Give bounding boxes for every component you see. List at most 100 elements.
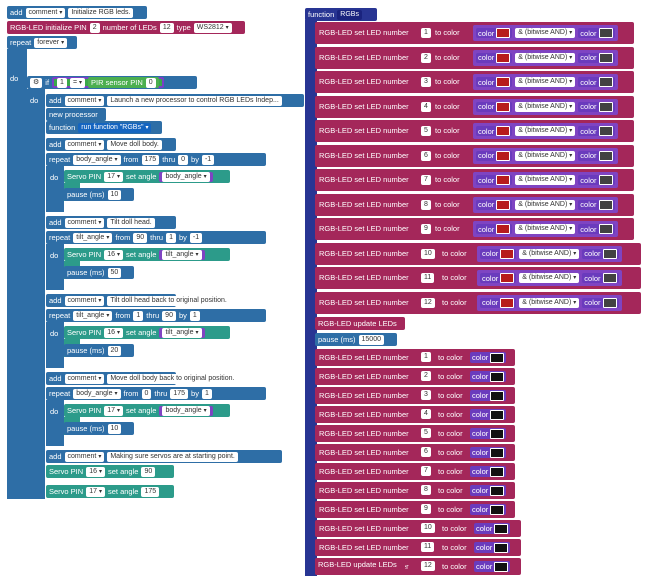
repeat-loop-block[interactable]: repeatbody_anglefrom175thru0by-1	[46, 153, 266, 166]
from-field[interactable]: 175	[141, 154, 160, 165]
bitwise-and-block[interactable]: color & (bitwise AND) color	[473, 123, 618, 139]
angle-field[interactable]: 175	[141, 486, 160, 497]
comment-dropdown[interactable]: comment	[64, 451, 105, 462]
led-set-block[interactable]: RGB-LED set LED number 5 to color color & (b…	[315, 120, 634, 142]
pause-field[interactable]: 20	[107, 345, 122, 356]
by-field[interactable]: 1	[189, 310, 200, 321]
red-swatch[interactable]	[496, 101, 511, 112]
angle-variable[interactable]: tilt_angle	[159, 249, 205, 260]
servo-set-block[interactable]: Servo PIN17set angle body_angle	[64, 404, 230, 417]
color-block[interactable]: color	[470, 485, 507, 496]
led-set-block[interactable]: RGB-LED set LED number 6 to color color & (b…	[315, 144, 634, 167]
black-swatch[interactable]	[598, 150, 613, 161]
led-set-block[interactable]: RGB-LED set LED number 9 to color color	[315, 501, 515, 518]
comment-block[interactable]: addcommentMove doll body back to origina…	[46, 372, 238, 385]
pause-block[interactable]: pause (ms) 10	[64, 188, 134, 201]
thru-field[interactable]: 1	[166, 232, 176, 243]
comment-dropdown[interactable]: comment	[64, 139, 105, 150]
led-set-block[interactable]: RGB-LED set LED number 10 to color color	[315, 520, 521, 537]
led-set-block[interactable]: RGB-LED set LED number 11 to color color	[315, 539, 521, 556]
comment-text[interactable]: Tilt doll head.	[107, 217, 155, 228]
color-block[interactable]: color	[470, 352, 507, 363]
repeat-loop-block[interactable]: repeatbody_anglefrom0thru175by1	[46, 387, 266, 400]
led-number-field[interactable]: 10	[421, 523, 435, 533]
red-swatch[interactable]	[496, 126, 511, 136]
bitwise-and-block[interactable]: color & (bitwise AND) color	[473, 147, 618, 164]
color-block[interactable]: color	[578, 126, 615, 136]
bitwise-and-block[interactable]: color & (bitwise AND) color	[473, 98, 618, 115]
servo-pin-dropdown[interactable]: 17	[104, 405, 123, 416]
angle-variable[interactable]: tilt_angle	[159, 327, 205, 338]
servo-set-block[interactable]: Servo PIN16set angle90	[46, 465, 174, 478]
led-number-field[interactable]: 2	[421, 371, 431, 381]
color-block[interactable]: color	[476, 175, 513, 185]
led-number-field[interactable]: 4	[421, 101, 431, 112]
color-block[interactable]: color	[578, 199, 615, 210]
thru-field[interactable]: 90	[162, 310, 176, 321]
color-block[interactable]: color	[470, 409, 507, 420]
led-update-block[interactable]: RGB-LED update LEDs	[315, 317, 405, 330]
bitwise-and-block[interactable]: color & (bitwise AND) color	[473, 74, 618, 90]
compare-left[interactable]: 1	[57, 77, 67, 88]
color-block[interactable]: color	[470, 428, 507, 439]
led-number-field[interactable]: 7	[421, 175, 431, 185]
from-field[interactable]: 1	[133, 310, 144, 321]
led-set-block[interactable]: RGB-LED set LED number 1 to color color	[315, 349, 515, 366]
bitwise-and-block[interactable]: color & (bitwise AND) color	[477, 294, 622, 311]
bitwise-and-block[interactable]: color & (bitwise AND) color	[477, 270, 622, 286]
comment-text[interactable]: Move doll body.	[107, 139, 162, 150]
pause-block[interactable]: pause (ms) 50	[64, 266, 134, 279]
loop-variable-dropdown[interactable]: tilt_angle	[73, 232, 113, 243]
bitwise-and-dropdown[interactable]: & (bitwise AND)	[515, 126, 576, 136]
pin-field[interactable]: 2	[89, 22, 100, 33]
angle-variable[interactable]: body_angle	[159, 405, 213, 416]
run-function-dropdown[interactable]: run function "RGBs"	[78, 122, 152, 133]
black-swatch[interactable]	[602, 273, 617, 283]
color-block[interactable]: color	[476, 150, 513, 161]
bitwise-and-dropdown[interactable]: & (bitwise AND)	[519, 297, 580, 308]
led-set-block[interactable]: RGB-LED set LED number 7 to color color & (b…	[315, 169, 634, 191]
led-number-field[interactable]: 11	[421, 273, 435, 283]
pause-block[interactable]: pause (ms) 20	[64, 344, 134, 357]
red-swatch[interactable]	[496, 150, 511, 161]
black-swatch[interactable]	[598, 77, 613, 87]
bitwise-and-block[interactable]: color & (bitwise AND) color	[473, 221, 618, 237]
led-number-field[interactable]: 7	[421, 466, 431, 476]
led-set-block[interactable]: RGB-LED set LED number 7 to color color	[315, 463, 515, 480]
comment-block[interactable]: addcommentLaunch a new processor to cont…	[46, 94, 304, 107]
color-block[interactable]: color	[582, 297, 619, 308]
repeat-loop-block[interactable]: repeattilt_anglefrom1thru90by1	[46, 309, 266, 322]
led-set-block[interactable]: RGB-LED set LED number 6 to color color	[315, 444, 515, 461]
thru-field[interactable]: 0	[178, 154, 189, 165]
led-number-field[interactable]: 3	[421, 390, 431, 400]
black-swatch[interactable]	[494, 542, 509, 553]
bitwise-and-dropdown[interactable]: & (bitwise AND)	[515, 175, 576, 185]
red-swatch[interactable]	[496, 224, 511, 234]
servo-set-block[interactable]: Servo PIN17set angle body_angle	[64, 170, 230, 183]
from-field[interactable]: 0	[141, 388, 152, 399]
pause-field[interactable]: 50	[107, 267, 122, 278]
servo-set-block[interactable]: Servo PIN16set angle tilt_angle	[64, 248, 230, 261]
led-number-field[interactable]: 5	[421, 428, 431, 438]
black-swatch[interactable]	[602, 297, 617, 308]
led-set-block[interactable]: RGB-LED set LED number 5 to color color	[315, 425, 515, 442]
forever-dropdown[interactable]: forever	[34, 37, 68, 48]
black-swatch[interactable]	[598, 101, 613, 112]
led-number-field[interactable]: 4	[421, 409, 431, 419]
comment-text[interactable]: Tilt doll head back to original position…	[107, 295, 230, 306]
thru-field[interactable]: 175	[170, 388, 189, 399]
pause-field[interactable]: 15000	[358, 334, 384, 345]
led-number-field[interactable]: 6	[421, 447, 431, 457]
comment-block[interactable]: addcommentMove doll body.	[46, 138, 176, 151]
comment-text[interactable]: Launch a new processor to control RGB LE…	[107, 95, 282, 106]
led-set-block[interactable]: RGB-LED set LED number 8 to color color	[315, 482, 515, 499]
color-block[interactable]: color	[582, 248, 619, 259]
color-block[interactable]: color	[470, 371, 507, 382]
color-block[interactable]: color	[480, 248, 517, 259]
angle-variable-dropdown[interactable]: tilt_angle	[162, 249, 202, 260]
led-set-block[interactable]: RGB-LED set LED number 9 to color color & (b…	[315, 218, 634, 240]
comment-block[interactable]: addcommentMaking sure servos are at star…	[46, 450, 282, 463]
led-set-block[interactable]: RGB-LED set LED number 4 to color color	[315, 406, 515, 423]
color-block[interactable]: color	[578, 52, 615, 63]
led-set-block[interactable]: RGB-LED set LED number 3 to color color	[315, 387, 515, 404]
